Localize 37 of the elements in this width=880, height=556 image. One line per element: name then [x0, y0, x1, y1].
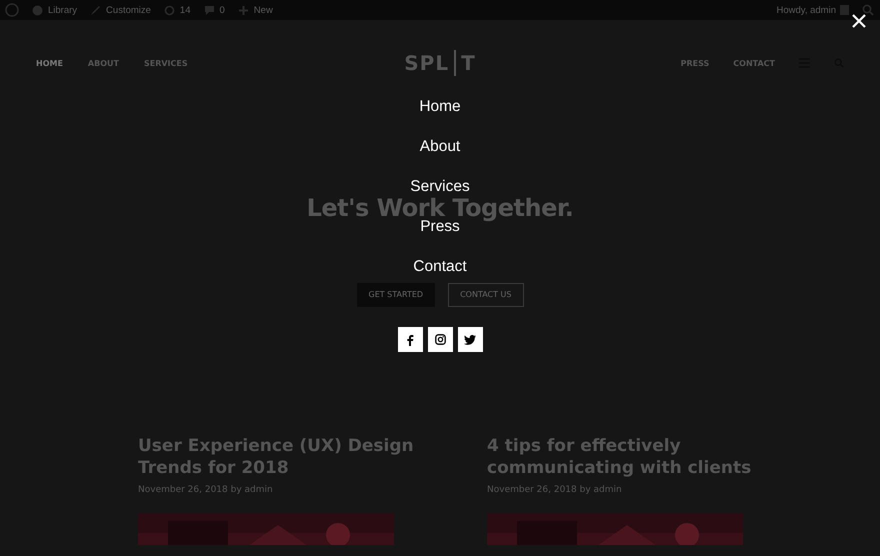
social-button[interactable]: [458, 327, 482, 352]
post-meta: November 26, 2018 by admin: [138, 485, 274, 495]
search-icon[interactable]: [862, 4, 874, 16]
menu-item[interactable]: Contact: [413, 258, 467, 276]
logo[interactable]: SPL T: [404, 50, 476, 76]
post-meta: November 26, 2018 by admin: [487, 485, 623, 495]
nav-link[interactable]: CONTACT: [733, 58, 775, 68]
hero-title: Let's Work Together.: [306, 197, 574, 219]
account-link[interactable]: Howdy, admin: [776, 4, 836, 16]
facebook-icon: [405, 334, 415, 346]
post-title[interactable]: 4 tips for effectively communicating with clients: [487, 435, 777, 479]
admin-bar-link[interactable]: Library: [32, 4, 78, 16]
admin-bar-link[interactable]: Customize: [90, 4, 151, 16]
instagram-icon: [434, 334, 446, 345]
nav-link[interactable]: SERVICES: [144, 58, 188, 68]
admin-bar-link[interactable]: 0: [204, 4, 225, 16]
hero-button[interactable]: CONTACT US: [448, 283, 524, 307]
hero-button[interactable]: GET STARTED: [356, 283, 436, 307]
plus-icon: [238, 4, 249, 16]
avatar-icon: [840, 5, 849, 15]
admin-bar-link[interactable]: New: [238, 4, 273, 16]
close-icon: [852, 14, 866, 28]
comment-icon: [204, 4, 214, 16]
admin-bar-link[interactable]: 14: [164, 4, 190, 16]
nav-link[interactable]: HOME: [36, 58, 63, 68]
brush-icon: [90, 4, 102, 16]
menu-item[interactable]: Home: [419, 98, 461, 116]
menu-item[interactable]: About: [420, 138, 460, 156]
nav-link[interactable]: ABOUT: [88, 58, 119, 68]
post-title[interactable]: User Experience (UX) Design Trends for 2018: [138, 435, 428, 479]
close-button[interactable]: [852, 14, 866, 28]
bird-icon: [464, 334, 476, 344]
nav-link[interactable]: PRESS: [680, 58, 710, 68]
social-button[interactable]: [398, 327, 422, 352]
social-button[interactable]: [428, 327, 452, 352]
menu-item[interactable]: Services: [410, 178, 470, 196]
menu-item[interactable]: Press: [420, 218, 460, 236]
